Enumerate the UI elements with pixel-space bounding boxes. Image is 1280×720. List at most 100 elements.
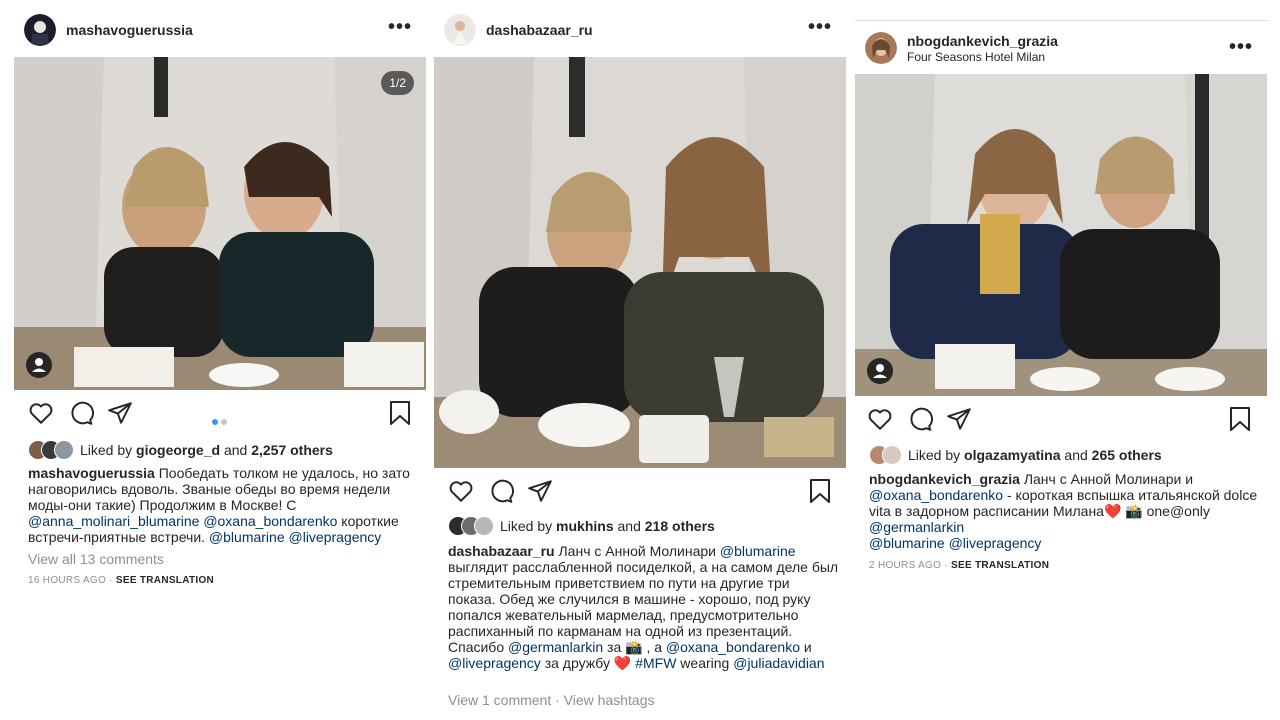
share-icon[interactable] [946,406,972,432]
see-translation-link[interactable]: SEE TRANSLATION [951,560,1049,571]
post-1: mashavoguerussia ••• 1/2 Liked by giogeo… [14,0,426,720]
heart-icon[interactable] [28,400,54,426]
see-translation-link[interactable]: SEE TRANSLATION [116,575,214,586]
action-bar [14,400,426,430]
mention-link[interactable]: @livepragency [949,535,1042,551]
carousel-dot-active [212,419,218,425]
username[interactable]: mashavoguerussia [66,22,193,38]
mention-link[interactable]: @blumarine [869,535,945,551]
view-comments-link[interactable]: View all 13 comments [28,551,164,567]
post-photo[interactable] [434,57,846,468]
mention-link[interactable]: @oxana_bondarenko [203,513,337,529]
liker-username[interactable]: olgazamyatina [964,447,1060,463]
avatar[interactable] [865,32,897,64]
bookmark-icon[interactable] [808,478,832,504]
post-meta: 2 HOURS AGO · SEE TRANSLATION [869,560,1049,571]
caption-text: и [800,639,812,655]
caption-username[interactable]: dashabazaar_ru [448,543,555,559]
avatar[interactable] [444,14,476,46]
share-icon[interactable] [527,478,553,504]
more-icon[interactable]: ••• [388,16,412,39]
mention-link[interactable]: @blumarine [209,529,285,545]
hashtag-link[interactable]: #MFW [635,655,676,671]
location-link[interactable]: Four Seasons Hotel Milan [907,50,1045,64]
likes-text: Liked by mukhins and 218 others [500,518,715,534]
caption-username[interactable]: mashavoguerussia [28,465,155,481]
photo-image [434,57,846,468]
separator: · [941,560,952,571]
heart-icon[interactable] [448,478,474,504]
likes-count[interactable]: 218 others [645,518,715,534]
comment-links: View 1 comment · View hashtags [448,692,655,708]
post-header: dashabazaar_ru ••• [434,10,846,50]
bookmark-icon[interactable] [388,400,412,426]
username[interactable]: dashabazaar_ru [486,22,593,38]
mention-link[interactable]: @blumarine [720,543,796,559]
caption-username[interactable]: nbogdankevich_grazia [869,471,1020,487]
liker-avatar [882,445,902,465]
post-photo[interactable]: 1/2 [14,57,426,390]
username[interactable]: nbogdankevich_grazia [907,33,1058,49]
likes-summary: Liked by mukhins and 218 others [448,516,715,536]
view-comments-link[interactable]: View 1 comment [448,692,551,708]
carousel-counter: 1/2 [381,71,414,95]
more-icon[interactable]: ••• [1229,36,1253,59]
view-hashtags-link[interactable]: View hashtags [564,692,655,708]
caption: mashavoguerussia Пообедать толком не уда… [28,465,420,545]
action-bar [434,478,846,508]
post-3: nbogdankevich_grazia Four Seasons Hotel … [855,0,1267,720]
and-label: and [223,442,248,458]
mention-link[interactable]: @juliadavidian [733,655,824,671]
carousel-dots [212,412,230,430]
and-label: and [617,518,641,534]
mention-link[interactable]: @anna_molinari_blumarine [28,513,199,529]
more-icon[interactable]: ••• [808,16,832,39]
share-icon[interactable] [107,400,133,426]
user-tag-icon[interactable] [26,352,52,378]
user-tag-icon[interactable] [867,358,893,384]
liked-by-label: Liked by [500,518,553,534]
comment-icon[interactable] [68,400,94,426]
comment-icon[interactable] [488,478,514,504]
caption-text: wearing [676,655,734,671]
post-2: dashabazaar_ru ••• Liked by mukhins and … [434,0,846,720]
mention-link[interactable]: @livepragency [289,529,382,545]
separator: · [551,692,564,708]
divider [855,20,1267,21]
mention-link[interactable]: @germanlarkin [869,519,964,535]
post-photo[interactable] [855,74,1267,396]
liked-by-label: Liked by [80,442,133,458]
timestamp: 16 HOURS AGO [28,575,107,586]
liker-username[interactable]: mukhins [556,518,614,534]
liker-avatar [54,440,74,460]
likes-summary: Liked by olgazamyatina and 265 others [869,445,1162,465]
photo-image [855,74,1267,396]
and-label: and [1064,447,1088,463]
heart-icon[interactable] [867,406,893,432]
likes-text: Liked by giogeorge_d and 2,257 others [80,442,333,458]
caption-text: Ланч с Анной Молинари и [1019,471,1194,487]
liked-by-label: Liked by [908,447,961,463]
caption: nbogdankevich_grazia Ланч с Анной Молина… [869,471,1261,551]
avatar[interactable] [24,14,56,46]
photo-image [14,57,426,390]
separator: · [106,575,116,586]
liker-avatar [474,516,494,536]
comment-icon[interactable] [907,406,933,432]
liker-username[interactable]: giogeorge_d [136,442,220,458]
bookmark-icon[interactable] [1228,406,1252,432]
likes-text: Liked by olgazamyatina and 265 others [908,447,1162,463]
likes-summary: Liked by giogeorge_d and 2,257 others [28,440,333,460]
mention-link[interactable]: @oxana_bondarenko [666,639,800,655]
mention-link[interactable]: @livepragency [448,655,541,671]
post-header: nbogdankevich_grazia Four Seasons Hotel … [855,32,1267,72]
post-header: mashavoguerussia ••• [14,10,426,50]
caption-text: за 📸 , а [603,639,666,655]
timestamp: 2 HOURS AGO [869,560,942,571]
likes-count[interactable]: 265 others [1092,447,1162,463]
mention-link[interactable]: @germanlarkin [508,639,603,655]
post-meta: 16 HOURS AGO · SEE TRANSLATION [28,575,214,586]
caption-text: за дружбу ❤️ [540,655,636,671]
mention-link[interactable]: @oxana_bondarenko [869,487,1003,503]
likes-count[interactable]: 2,257 others [251,442,333,458]
